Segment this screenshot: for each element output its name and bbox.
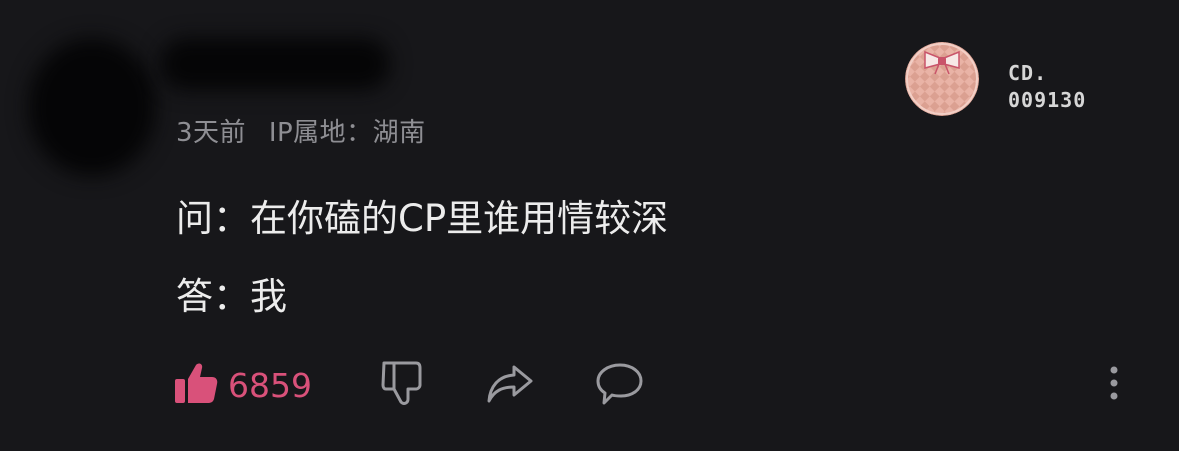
like-count: 6859 bbox=[228, 365, 312, 405]
redacted-avatar bbox=[28, 38, 156, 176]
redacted-username bbox=[160, 38, 390, 90]
comment-actions-bar: 6859 bbox=[172, 358, 1132, 412]
comment-button[interactable] bbox=[594, 358, 646, 412]
ip-location: IP属地：湖南 bbox=[268, 118, 426, 148]
like-button[interactable]: 6859 bbox=[172, 358, 312, 412]
more-vertical-icon bbox=[1102, 359, 1126, 411]
thumbs-up-icon bbox=[172, 359, 220, 411]
fan-badge-icon[interactable] bbox=[905, 42, 979, 116]
comment-question-line: 问：在你磕的CP里谁用情较深 bbox=[176, 197, 669, 240]
comment-meta: 3天前 IP属地：湖南 bbox=[176, 112, 440, 149]
badge-line-2: 009130 bbox=[1008, 88, 1087, 112]
comment-answer-line: 答：我 bbox=[176, 275, 287, 318]
dislike-button[interactable] bbox=[378, 358, 426, 412]
comment-icon bbox=[594, 359, 646, 411]
comment-time: 3天前 bbox=[176, 118, 247, 148]
badge-line-1: CD. bbox=[1008, 61, 1048, 85]
fan-badge-label: CD. 009130 bbox=[1008, 60, 1086, 114]
comment-card: 3天前 IP属地：湖南 问：在你磕的CP里谁用情较深 答：我 CD. 00913… bbox=[0, 0, 1179, 451]
more-options-button[interactable] bbox=[1102, 358, 1126, 412]
thumbs-down-icon bbox=[378, 359, 426, 411]
share-icon bbox=[484, 359, 536, 411]
share-button[interactable] bbox=[484, 358, 536, 412]
